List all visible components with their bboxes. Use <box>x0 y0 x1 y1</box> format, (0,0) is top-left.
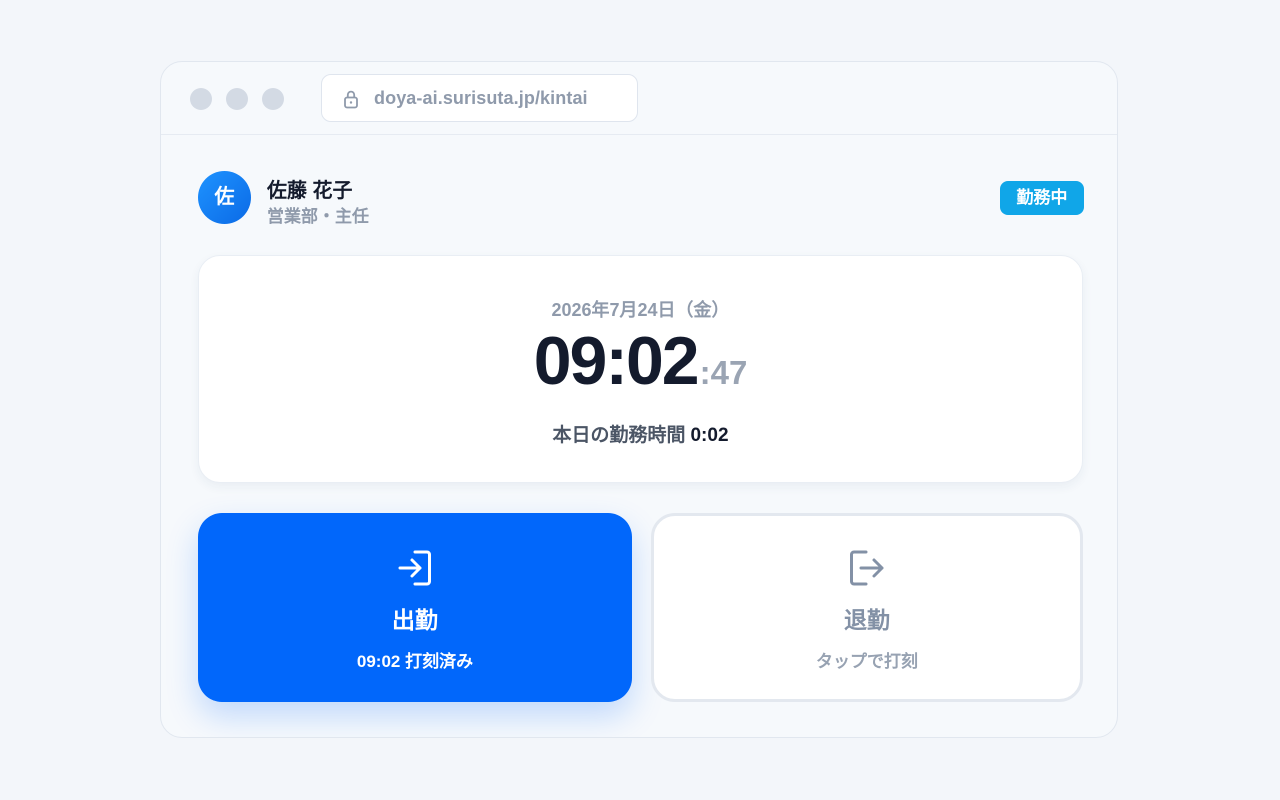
clock-out-hint: タップで打刻 <box>816 652 918 671</box>
login-icon <box>398 550 431 586</box>
clock-out-button[interactable]: 退勤 タップで打刻 <box>651 513 1083 702</box>
current-date: 2026年7月24日（金） <box>551 300 730 320</box>
window-maximize-dot[interactable] <box>262 88 284 110</box>
worked-time-label: 本日の勤務時間 <box>552 425 686 446</box>
window-close-dot[interactable] <box>190 88 212 110</box>
time-hours-minutes: 09:02 <box>533 323 700 399</box>
window-minimize-dot[interactable] <box>226 88 248 110</box>
user-role: 営業部・主任 <box>267 207 369 226</box>
current-time: 09:02:47 <box>199 322 1082 400</box>
clock-in-status: 09:02 打刻済み <box>356 652 474 671</box>
clock-out-label: 退勤 <box>844 607 890 633</box>
browser-titlebar: doya-ai.surisuta.jp/kintai <box>161 62 1117 135</box>
address-bar[interactable]: doya-ai.surisuta.jp/kintai <box>321 74 638 122</box>
status-badge: 勤務中 <box>1000 181 1084 215</box>
clock-card: 2026年7月24日（金） 09:02:47 本日の勤務時間 0:02 <box>198 255 1083 483</box>
url-text: doya-ai.surisuta.jp/kintai <box>374 88 588 108</box>
avatar: 佐 <box>198 171 251 224</box>
clock-in-button[interactable]: 出勤 09:02 打刻済み <box>198 513 632 702</box>
worked-time: 本日の勤務時間 0:02 <box>199 420 1082 447</box>
worked-time-value: 0:02 <box>690 425 729 446</box>
lock-icon <box>344 90 358 109</box>
logout-icon <box>850 550 884 586</box>
browser-window: doya-ai.surisuta.jp/kintai 佐 佐藤 花子 営業部・主… <box>160 61 1118 738</box>
clock-in-label: 出勤 <box>392 607 438 633</box>
user-name: 佐藤 花子 <box>267 180 353 202</box>
time-seconds: :47 <box>699 354 748 391</box>
